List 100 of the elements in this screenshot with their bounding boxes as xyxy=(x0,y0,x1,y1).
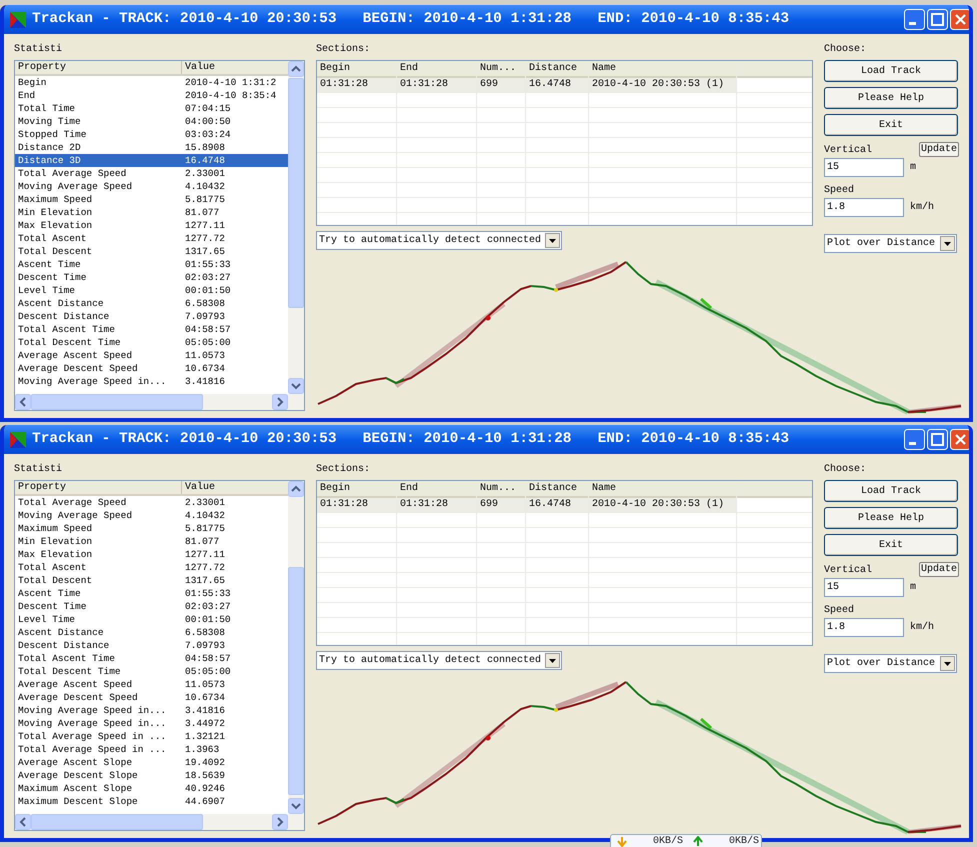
detect-dropdown[interactable]: Try to automatically detect connected xyxy=(316,651,562,670)
list-row[interactable]: Max Elevation 1277.11 xyxy=(15,219,288,232)
list-row[interactable]: Average Descent Slope 18.5639 xyxy=(15,769,288,782)
column-header[interactable]: Num... xyxy=(477,61,525,78)
push-button[interactable]: Exit xyxy=(824,114,958,136)
column-header[interactable]: Distance xyxy=(526,481,588,498)
list-row[interactable]: Total Average Speed 2.33001 xyxy=(15,496,288,509)
detect-dropdown[interactable]: Try to automatically detect connected xyxy=(316,231,562,250)
scroll-down-button[interactable] xyxy=(288,798,304,814)
list-row[interactable]: Total Average Speed in ... 1.3963 xyxy=(15,743,288,756)
minimize-button[interactable] xyxy=(904,429,925,450)
close-button[interactable] xyxy=(950,429,969,450)
plot-dropdown[interactable]: Plot over Distance xyxy=(824,234,957,253)
list-row[interactable]: Average Ascent Slope 19.4092 xyxy=(15,756,288,769)
list-row[interactable]: Descent Distance 7.09793 xyxy=(15,310,288,323)
list-row[interactable]: End 2010-4-10 8:35:4 xyxy=(15,89,288,102)
input-field[interactable]: 15 xyxy=(824,158,904,177)
list-row[interactable]: Ascent Distance 6.58308 xyxy=(15,626,288,639)
table-cell[interactable]: 2010-4-10 20:30:53 (1) xyxy=(589,498,736,513)
list-row[interactable]: Maximum Speed 5.81775 xyxy=(15,193,288,206)
list-row[interactable]: Total Average Speed 2.33001 xyxy=(15,167,288,180)
list-row[interactable]: Descent Distance 7.09793 xyxy=(15,639,288,652)
list-row[interactable]: Maximum Ascent Slope 40.9246 xyxy=(15,782,288,795)
horizontal-scrollbar[interactable] xyxy=(15,814,304,830)
list-row[interactable]: Total Ascent 1277.72 xyxy=(15,561,288,574)
column-header[interactable]: Name xyxy=(589,481,736,498)
maximize-button[interactable] xyxy=(927,429,948,450)
close-button[interactable] xyxy=(950,9,969,30)
list-row[interactable]: Ascent Time 01:55:33 xyxy=(15,258,288,271)
list-row[interactable]: Total Ascent 1277.72 xyxy=(15,232,288,245)
column-header[interactable]: Distance xyxy=(526,61,588,78)
scroll-thumb[interactable] xyxy=(288,567,304,795)
table-cell[interactable]: 16.4748 xyxy=(526,498,588,513)
scroll-left-button[interactable] xyxy=(15,814,31,830)
list-row[interactable]: Min Elevation 81.077 xyxy=(15,206,288,219)
scroll-thumb[interactable] xyxy=(31,394,203,410)
push-button[interactable]: Please Help xyxy=(824,87,958,109)
list-row[interactable]: Distance 2D 15.8908 xyxy=(15,141,288,154)
column-header[interactable]: Value xyxy=(182,61,288,74)
list-row[interactable]: Total Descent 1317.65 xyxy=(15,245,288,258)
push-button[interactable]: Load Track xyxy=(824,480,958,502)
list-row[interactable]: Maximum Descent Slope 44.6907 xyxy=(15,795,288,808)
column-header[interactable]: Name xyxy=(589,61,736,78)
input-field[interactable]: 1.8 xyxy=(824,618,904,637)
list-row[interactable]: Total Ascent Time 04:58:57 xyxy=(15,652,288,665)
update-button[interactable]: Update xyxy=(918,142,959,157)
input-field[interactable]: 1.8 xyxy=(824,198,904,217)
list-row[interactable]: Total Time 07:04:15 xyxy=(15,102,288,115)
list-row[interactable]: Total Descent Time 05:05:00 xyxy=(15,665,288,678)
column-header[interactable]: End xyxy=(397,61,476,78)
column-header[interactable]: Num... xyxy=(477,481,525,498)
column-header[interactable]: Property xyxy=(15,61,182,74)
column-header[interactable]: Begin xyxy=(317,481,396,498)
list-row[interactable]: Moving Average Speed in... 3.44972 xyxy=(15,717,288,730)
column-header[interactable]: End xyxy=(397,481,476,498)
list-row[interactable]: Moving Time 04:00:50 xyxy=(15,115,288,128)
list-row[interactable]: Level Time 00:01:50 xyxy=(15,284,288,297)
list-row[interactable]: Moving Average Speed 4.10432 xyxy=(15,180,288,193)
plot-dropdown[interactable]: Plot over Distance xyxy=(824,654,957,673)
list-row[interactable]: Moving Average Speed 4.10432 xyxy=(15,509,288,522)
scroll-up-button[interactable] xyxy=(288,61,304,77)
list-row[interactable]: Ascent Time 01:55:33 xyxy=(15,587,288,600)
table-cell[interactable]: 01:31:28 xyxy=(397,78,476,93)
push-button[interactable]: Exit xyxy=(824,534,958,556)
table-cell[interactable]: 01:31:28 xyxy=(317,78,396,93)
list-row[interactable]: Moving Average Speed in... 3.41816 xyxy=(15,375,288,388)
vertical-scrollbar[interactable] xyxy=(288,481,304,814)
push-button[interactable]: Please Help xyxy=(824,507,958,529)
list-row[interactable]: Maximum Speed 5.81775 xyxy=(15,522,288,535)
table-cell[interactable]: 16.4748 xyxy=(526,78,588,93)
column-header[interactable]: Property xyxy=(15,481,182,494)
table-cell[interactable]: 699 xyxy=(477,78,525,93)
table-cell[interactable]: 699 xyxy=(477,498,525,513)
column-header[interactable]: Begin xyxy=(317,61,396,78)
list-row[interactable]: Level Time 00:01:50 xyxy=(15,613,288,626)
scroll-down-button[interactable] xyxy=(288,378,304,394)
maximize-button[interactable] xyxy=(927,9,948,30)
list-row[interactable]: Total Descent 1317.65 xyxy=(15,574,288,587)
scroll-left-button[interactable] xyxy=(15,394,31,410)
list-row[interactable]: Max Elevation 1277.11 xyxy=(15,548,288,561)
horizontal-scrollbar[interactable] xyxy=(15,394,304,410)
scroll-up-button[interactable] xyxy=(288,481,304,497)
list-row[interactable]: Descent Time 02:03:27 xyxy=(15,271,288,284)
list-row[interactable]: Min Elevation 81.077 xyxy=(15,535,288,548)
push-button[interactable]: Load Track xyxy=(824,60,958,82)
list-row[interactable]: Ascent Distance 6.58308 xyxy=(15,297,288,310)
list-row[interactable]: Total Ascent Time 04:58:57 xyxy=(15,323,288,336)
update-button[interactable]: Update xyxy=(918,562,959,577)
list-row[interactable]: Distance 3D 16.4748 xyxy=(15,154,288,167)
list-row[interactable]: Total Average Speed in ... 1.32121 xyxy=(15,730,288,743)
column-header[interactable]: Value xyxy=(182,481,288,494)
list-row[interactable]: Begin 2010-4-10 1:31:2 xyxy=(15,76,288,89)
list-row[interactable]: Moving Average Speed in... 3.41816 xyxy=(15,704,288,717)
scroll-right-button[interactable] xyxy=(272,394,288,410)
table-cell[interactable]: 01:31:28 xyxy=(317,498,396,513)
list-row[interactable]: Total Descent Time 05:05:00 xyxy=(15,336,288,349)
list-row[interactable]: Stopped Time 03:03:24 xyxy=(15,128,288,141)
scroll-thumb[interactable] xyxy=(31,814,203,830)
list-row[interactable]: Average Descent Speed 10.6734 xyxy=(15,362,288,375)
list-row[interactable]: Average Ascent Speed 11.0573 xyxy=(15,349,288,362)
